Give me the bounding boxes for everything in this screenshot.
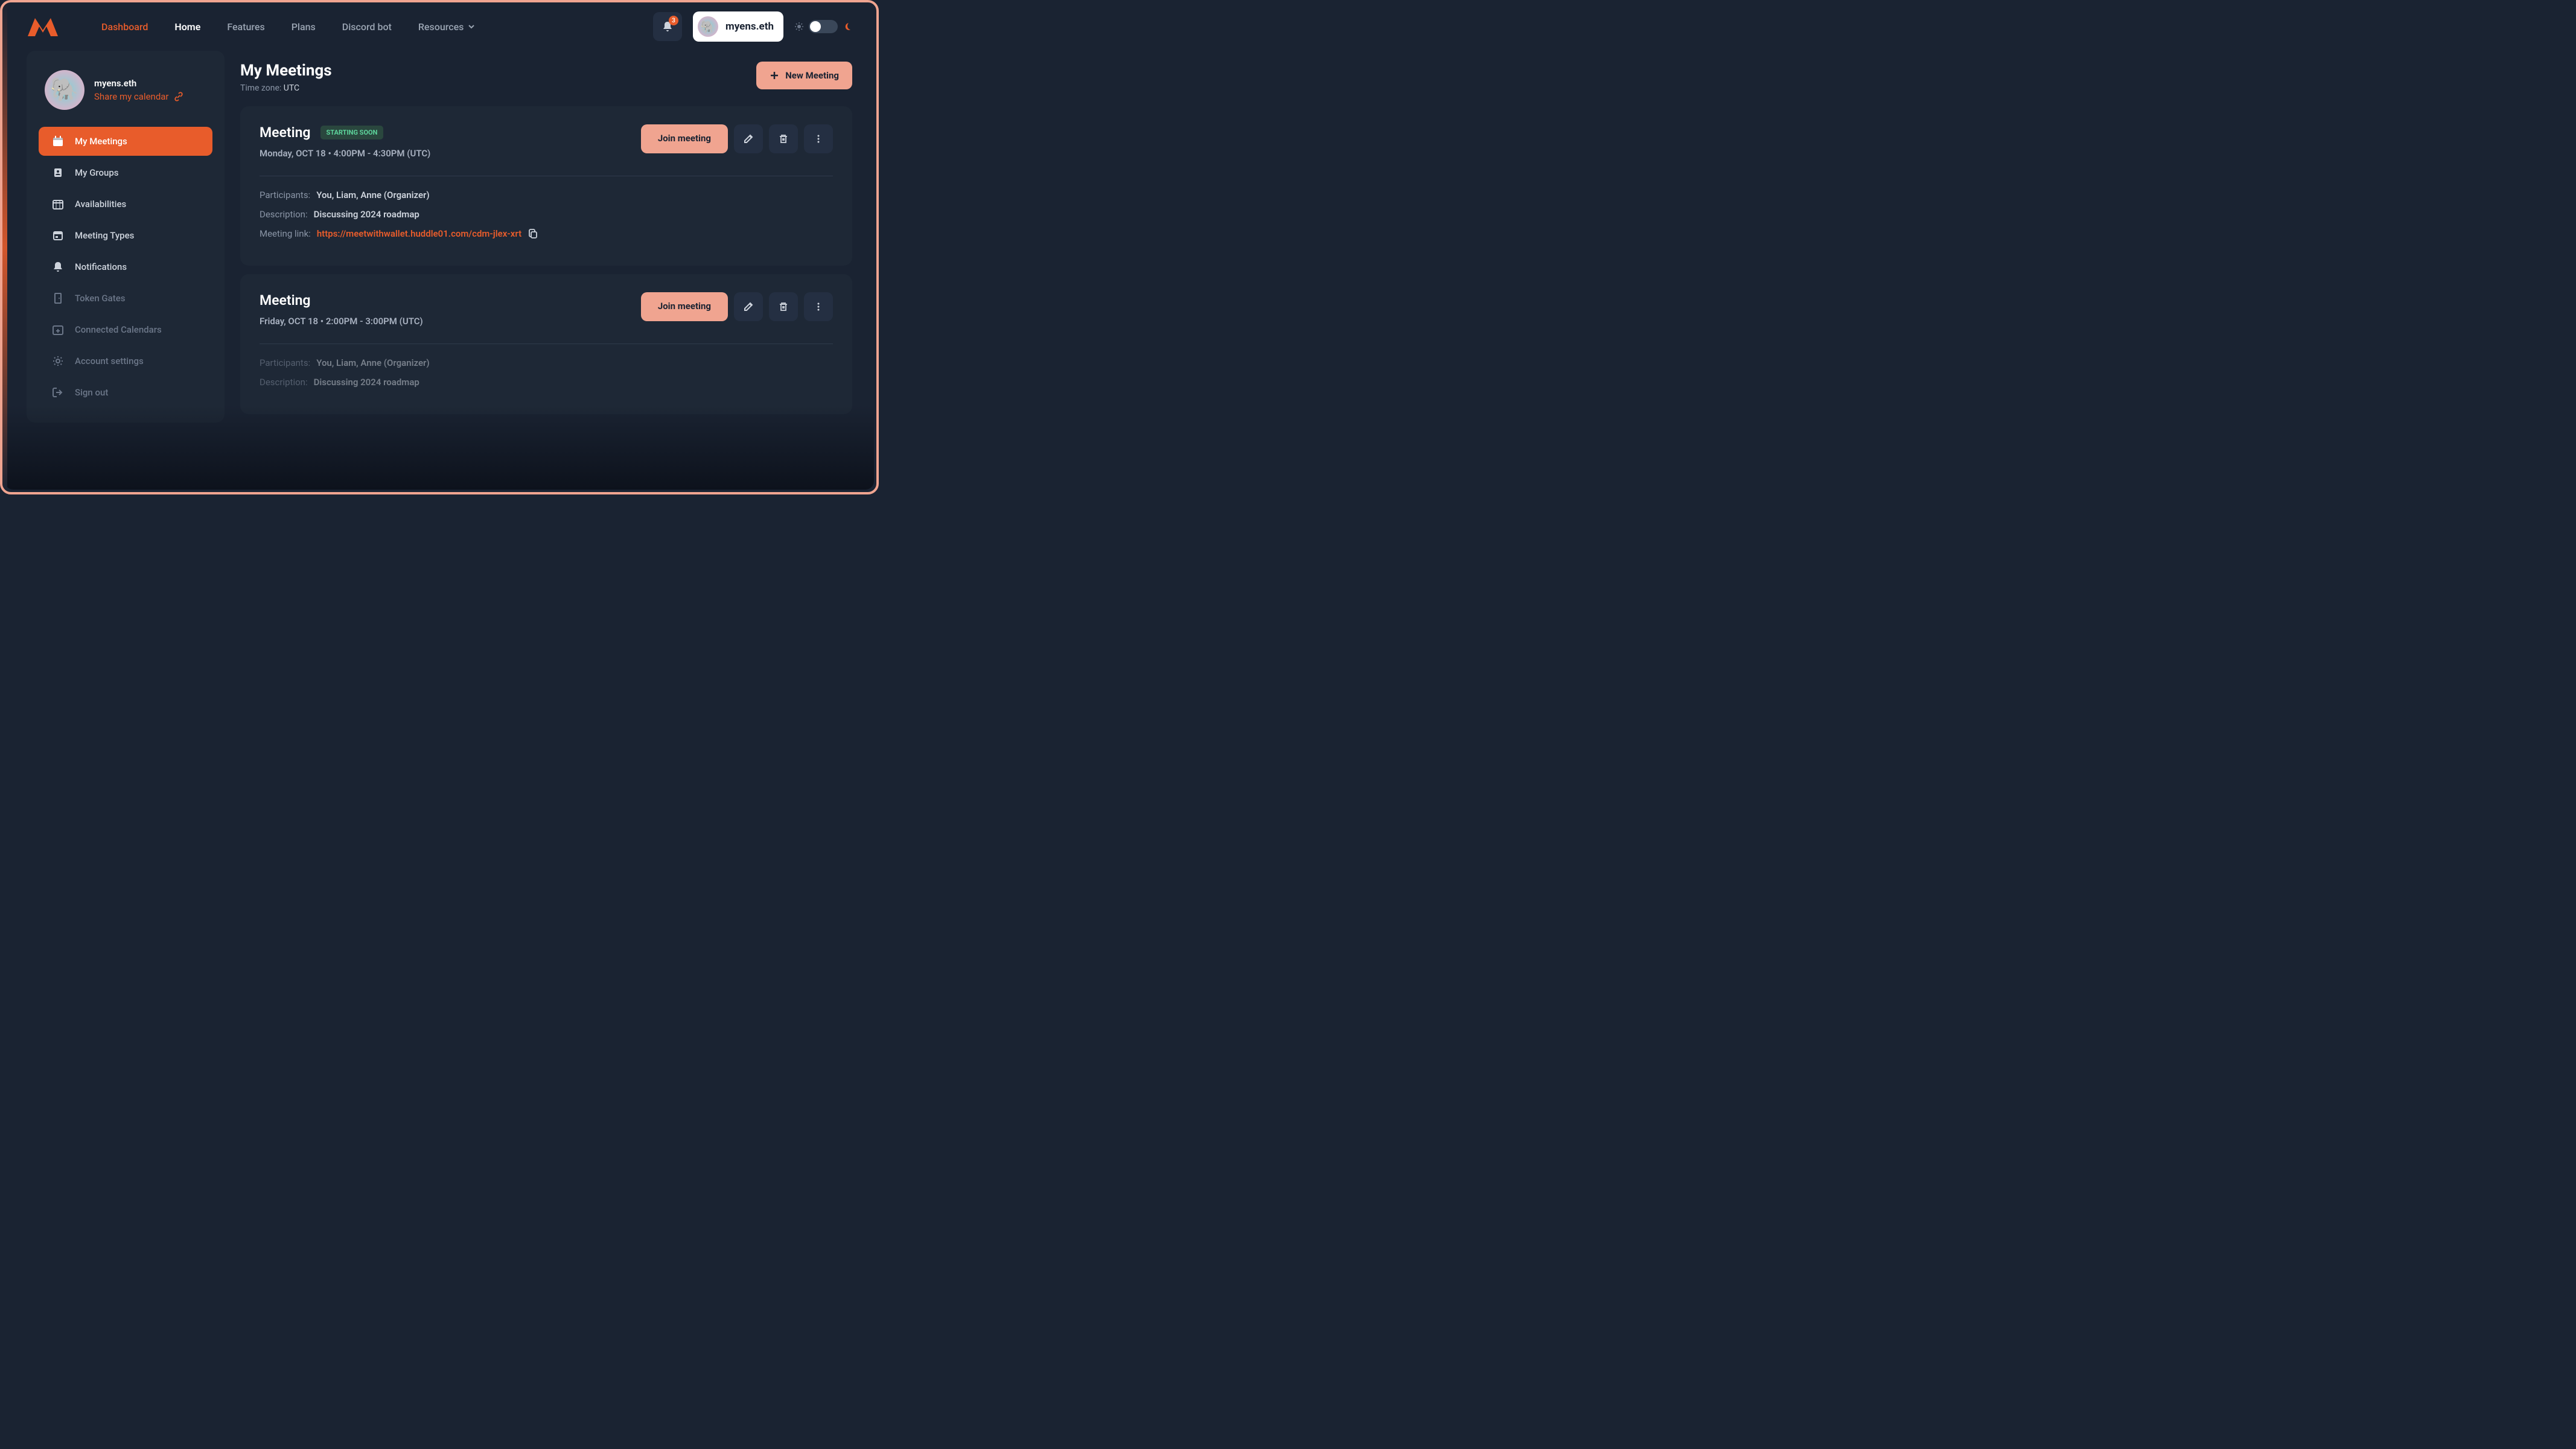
meeting-title: Meeting xyxy=(260,292,311,309)
notification-count: 3 xyxy=(669,16,678,25)
sidebar: 🐘 myens.eth Share my calendar My Meeting… xyxy=(27,51,225,423)
edit-icon xyxy=(743,133,754,144)
profile-avatar: 🐘 xyxy=(45,70,84,110)
plus-icon xyxy=(770,71,779,80)
nav-home[interactable]: Home xyxy=(174,21,200,33)
calendar-icon xyxy=(52,135,64,147)
meeting-card: Meeting Friday, OCT 18 • 2:00PM - 3:00PM… xyxy=(240,274,852,414)
meeting-date: Monday, OCT 18 • 4:00PM - 4:30PM (UTC) xyxy=(260,148,430,159)
link-icon xyxy=(174,92,183,101)
trash-icon xyxy=(778,133,789,144)
meeting-date: Friday, OCT 18 • 2:00PM - 3:00PM (UTC) xyxy=(260,316,423,327)
participants-value: You, Liam, Anne (Organizer) xyxy=(316,357,429,368)
description-value: Discussing 2024 roadmap xyxy=(314,209,419,220)
new-meeting-button[interactable]: New Meeting xyxy=(756,62,852,89)
trash-icon xyxy=(778,301,789,312)
nav-discord[interactable]: Discord bot xyxy=(342,21,392,33)
calendar-day-icon xyxy=(52,229,64,242)
description-label: Description: xyxy=(260,377,308,388)
avatar: 🐘 xyxy=(698,16,718,37)
calendar-grid-icon xyxy=(52,198,64,210)
delete-button[interactable] xyxy=(769,292,798,321)
bell-icon xyxy=(52,261,64,273)
sidebar-item-token-gates[interactable]: Token Gates xyxy=(39,284,212,313)
more-vertical-icon xyxy=(813,301,824,312)
join-meeting-button[interactable]: Join meeting xyxy=(641,124,728,153)
participants-label: Participants: xyxy=(260,190,310,200)
meeting-link-label: Meeting link: xyxy=(260,228,311,239)
more-vertical-icon xyxy=(813,133,824,144)
calendar-plus-icon xyxy=(52,324,64,336)
profile-name: myens.eth xyxy=(94,78,183,89)
sidebar-item-connected-calendars[interactable]: Connected Calendars xyxy=(39,315,212,344)
sidebar-item-meetings[interactable]: My Meetings xyxy=(39,127,212,156)
door-icon xyxy=(52,292,64,304)
meeting-title: Meeting xyxy=(260,124,311,141)
nav-resources-label: Resources xyxy=(418,21,464,33)
moon-icon xyxy=(843,22,852,31)
gear-icon xyxy=(52,355,64,367)
edit-button[interactable] xyxy=(734,292,763,321)
meeting-card: Meeting STARTING SOON Monday, OCT 18 • 4… xyxy=(240,106,852,266)
sidebar-item-availabilities[interactable]: Availabilities xyxy=(39,190,212,219)
edit-icon xyxy=(743,301,754,312)
join-meeting-button[interactable]: Join meeting xyxy=(641,292,728,321)
sun-icon xyxy=(794,22,804,31)
nav-features[interactable]: Features xyxy=(227,21,264,33)
sidebar-item-notifications[interactable]: Notifications xyxy=(39,252,212,281)
user-chip[interactable]: 🐘 myens.eth xyxy=(693,11,783,42)
status-badge: STARTING SOON xyxy=(320,126,384,139)
sign-out-icon xyxy=(52,386,64,398)
participants-value: You, Liam, Anne (Organizer) xyxy=(316,190,429,200)
nav-dashboard[interactable]: Dashboard xyxy=(101,21,148,33)
more-button[interactable] xyxy=(804,124,833,153)
app-logo[interactable] xyxy=(27,16,59,37)
user-chip-name: myens.eth xyxy=(725,21,774,33)
chevron-down-icon xyxy=(467,22,476,31)
sidebar-item-meeting-types[interactable]: Meeting Types xyxy=(39,221,212,250)
delete-button[interactable] xyxy=(769,124,798,153)
timezone-label: Time zone: UTC xyxy=(240,83,332,93)
page-title: My Meetings xyxy=(240,62,332,80)
sidebar-item-sign-out[interactable]: Sign out xyxy=(39,378,212,407)
description-label: Description: xyxy=(260,209,308,220)
sidebar-item-account-settings[interactable]: Account settings xyxy=(39,347,212,376)
notifications-button[interactable]: 3 xyxy=(653,12,682,41)
more-button[interactable] xyxy=(804,292,833,321)
description-value: Discussing 2024 roadmap xyxy=(314,377,419,388)
sidebar-item-groups[interactable]: My Groups xyxy=(39,158,212,187)
copy-icon[interactable] xyxy=(528,228,538,239)
theme-toggle[interactable] xyxy=(809,20,838,33)
share-calendar-link[interactable]: Share my calendar xyxy=(94,91,183,102)
nav-plans[interactable]: Plans xyxy=(292,21,316,33)
participants-label: Participants: xyxy=(260,357,310,368)
edit-button[interactable] xyxy=(734,124,763,153)
topbar: Dashboard Home Features Plans Discord bo… xyxy=(2,2,876,51)
nav-resources[interactable]: Resources xyxy=(418,21,476,33)
meeting-link[interactable]: https://meetwithwallet.huddle01.com/cdm-… xyxy=(317,228,521,239)
group-icon xyxy=(52,167,64,179)
